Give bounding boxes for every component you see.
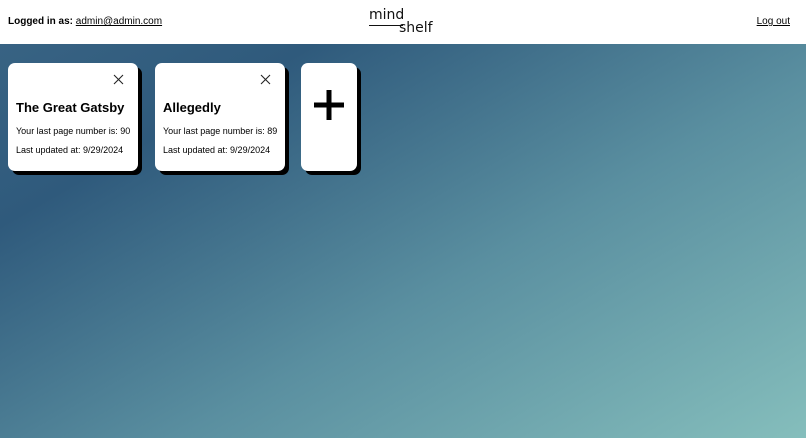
last-updated-text: Last updated at: 9/29/2024 bbox=[16, 145, 124, 155]
last-page-text: Your last page number is: 90 bbox=[16, 126, 131, 136]
close-icon[interactable] bbox=[113, 74, 124, 85]
book-card[interactable]: The Great Gatsby Your last page number i… bbox=[8, 63, 138, 171]
logo-bottom-word: shelf bbox=[399, 20, 433, 36]
logo-divider bbox=[369, 25, 403, 26]
login-label: Logged in as: bbox=[8, 16, 73, 27]
logo: mind shelf bbox=[369, 7, 439, 37]
last-updated-text: Last updated at: 9/29/2024 bbox=[163, 145, 271, 155]
add-book-button[interactable] bbox=[301, 63, 357, 171]
user-email-link[interactable]: admin@admin.com bbox=[76, 16, 162, 27]
logout-link[interactable]: Log out bbox=[757, 16, 790, 27]
plus-icon bbox=[314, 90, 344, 120]
login-info: Logged in as: admin@admin.com bbox=[8, 16, 162, 27]
close-icon[interactable] bbox=[260, 74, 271, 85]
book-title: The Great Gatsby bbox=[16, 100, 125, 115]
top-bar: Logged in as: admin@admin.com mind shelf… bbox=[0, 0, 806, 44]
last-page-text: Your last page number is: 89 bbox=[163, 126, 278, 136]
book-card[interactable]: Allegedly Your last page number is: 89 L… bbox=[155, 63, 285, 171]
book-title: Allegedly bbox=[163, 100, 221, 115]
